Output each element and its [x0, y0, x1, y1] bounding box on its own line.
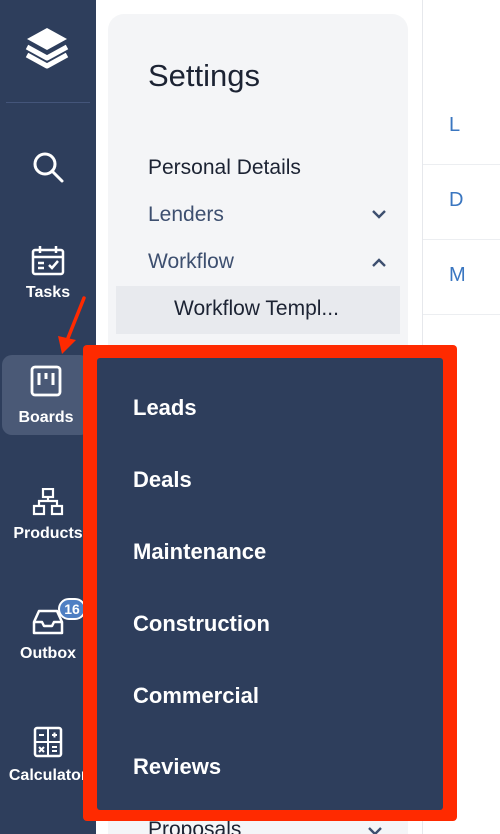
- settings-item-personal-details[interactable]: Personal Details: [148, 156, 301, 180]
- menu-item-commercial[interactable]: Commercial: [133, 683, 259, 709]
- logo-icon[interactable]: [23, 26, 71, 78]
- settings-subitem-workflow-templates[interactable]: Workflow Templ...: [116, 286, 400, 334]
- menu-item-construction[interactable]: Construction: [133, 611, 270, 637]
- menu-item-leads[interactable]: Leads: [133, 395, 197, 421]
- calendar-check-icon: [31, 246, 65, 276]
- calculator-icon: [33, 726, 63, 758]
- sidebar-item-label: Products: [13, 525, 83, 542]
- menu-item-deals[interactable]: Deals: [133, 467, 192, 493]
- board-icon: [30, 365, 62, 397]
- settings-item-workflow[interactable]: Workflow: [148, 250, 234, 274]
- search-icon: [33, 152, 64, 183]
- list-item[interactable]: M: [423, 240, 500, 315]
- sidebar-item-calculator[interactable]: Calculator: [0, 726, 96, 785]
- chevron-down-icon[interactable]: [372, 209, 386, 219]
- chevron-down-icon[interactable]: [368, 826, 382, 834]
- settings-subitem-label: Workflow Templ...: [174, 297, 339, 320]
- list-item[interactable]: L: [423, 90, 500, 165]
- outbox-count-badge: 16: [58, 598, 86, 620]
- page-title: Settings: [148, 58, 261, 93]
- list-item[interactable]: D: [423, 165, 500, 240]
- sidebar-item-search[interactable]: [0, 150, 96, 184]
- sidebar-item-tasks[interactable]: Tasks: [0, 245, 96, 302]
- menu-item-maintenance[interactable]: Maintenance: [133, 539, 266, 565]
- sidebar-item-label: Calculator: [8, 767, 88, 784]
- sidebar-item-label: Outbox: [20, 645, 76, 662]
- list-item-text: L: [449, 114, 461, 136]
- app-sidebar: Tasks Boards Products Outbox 16 Calculat…: [0, 0, 96, 834]
- sidebar-item-products[interactable]: Products: [0, 488, 96, 543]
- list-item-text: M: [449, 264, 466, 286]
- settings-item-lenders[interactable]: Lenders: [148, 203, 224, 227]
- menu-item-reviews[interactable]: Reviews: [133, 754, 221, 780]
- list-item-text: D: [449, 189, 464, 211]
- hierarchy-icon: [32, 488, 64, 516]
- boards-dropdown-menu: Leads Deals Maintenance Construction Com…: [97, 358, 443, 810]
- chevron-up-icon[interactable]: [372, 258, 386, 268]
- sidebar-item-boards[interactable]: Boards: [2, 355, 90, 435]
- sidebar-item-label: Boards: [18, 409, 74, 426]
- sidebar-divider: [6, 102, 90, 103]
